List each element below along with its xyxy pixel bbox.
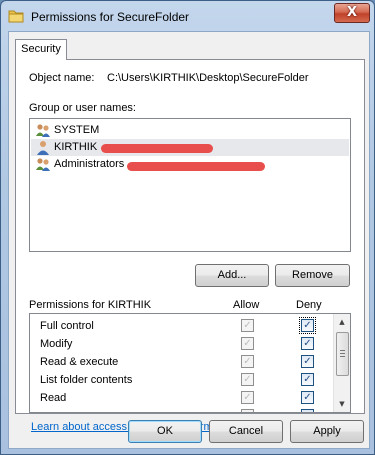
allow-checkbox[interactable] (241, 409, 254, 412)
security-tab-panel: Object name: C:\Users\KIRTHIK\Desktop\Se… (15, 59, 365, 433)
permissions-scrollbar[interactable]: ▲ ▼ (333, 314, 350, 412)
close-icon: X (346, 5, 358, 20)
apply-button[interactable]: Apply (290, 420, 364, 443)
scroll-down-icon[interactable]: ▼ (334, 396, 350, 412)
list-item-administrators[interactable]: Administrators (31, 156, 349, 173)
scroll-up-icon[interactable]: ▲ (334, 314, 350, 330)
deny-checkbox[interactable]: ✓ (299, 317, 316, 334)
permission-row-list-folder-contents: List folder contents ✓ ✓ (30, 370, 333, 388)
permission-name: Modify (40, 338, 73, 350)
deny-checkbox[interactable] (301, 409, 314, 412)
allow-column-header: Allow (233, 299, 260, 311)
title-bar[interactable]: Permissions for SecureFolder X (1, 1, 374, 31)
permission-name: List folder contents (40, 374, 133, 386)
permission-row-full-control: Full control ✓ ✓ (30, 316, 333, 334)
deny-column-header: Deny (296, 299, 322, 311)
list-item-label: KIRTHIK (54, 141, 98, 153)
permission-row-read-execute: Read & execute ✓ ✓ (30, 352, 333, 370)
grip-line (340, 356, 345, 357)
group-names-label: Group or user names: (29, 102, 136, 114)
permission-name: Read & execute (40, 356, 119, 368)
deny-checkbox[interactable]: ✓ (301, 391, 314, 404)
dialog-body: Security Object name: C:\Users\KIRTHIK\D… (8, 31, 370, 449)
permissions-header: Permissions for KIRTHIK (29, 299, 152, 311)
redaction-mark (101, 144, 213, 153)
permission-name: Read (40, 392, 67, 404)
group-user-list[interactable]: SYSTEM KIRTHIK Administrators (29, 118, 351, 252)
list-item-system[interactable]: SYSTEM (31, 122, 349, 139)
redaction-mark (127, 162, 265, 171)
folder-icon (8, 10, 24, 23)
list-item-kirthik[interactable]: KIRTHIK (31, 139, 349, 156)
deny-checkbox[interactable]: ✓ (301, 373, 314, 386)
window-title: Permissions for SecureFolder (31, 10, 190, 24)
ok-button[interactable]: OK (128, 420, 202, 443)
tab-security-label: Security (21, 43, 61, 55)
add-button[interactable]: Add... (195, 264, 269, 287)
user-icon (37, 141, 49, 155)
permissions-dialog: Permissions for SecureFolder X Security … (0, 0, 375, 455)
grip-line (340, 353, 345, 354)
allow-checkbox[interactable]: ✓ (241, 337, 254, 350)
permission-row-read: Read ✓ ✓ (30, 388, 333, 406)
allow-checkbox[interactable]: ✓ (241, 319, 254, 332)
close-button[interactable]: X (334, 3, 370, 23)
remove-button[interactable]: Remove (275, 264, 350, 287)
permission-row-partial (30, 406, 333, 412)
deny-checkbox[interactable]: ✓ (301, 355, 314, 368)
allow-checkbox[interactable]: ✓ (241, 391, 254, 404)
permission-name: Full control (40, 320, 94, 332)
object-name-label: Object name: (29, 72, 95, 84)
object-name-value: C:\Users\KIRTHIK\Desktop\SecureFolder (107, 72, 309, 84)
list-item-label: Administrators (54, 158, 125, 170)
cancel-button[interactable]: Cancel (209, 420, 283, 443)
allow-checkbox[interactable]: ✓ (241, 355, 254, 368)
user-group-icon (36, 124, 50, 137)
grip-line (340, 350, 345, 351)
user-group-icon (36, 158, 50, 171)
permission-row-modify: Modify ✓ ✓ (30, 334, 333, 352)
deny-checkbox[interactable]: ✓ (301, 337, 314, 350)
scroll-thumb[interactable] (336, 332, 349, 376)
list-item-label: SYSTEM (54, 124, 100, 136)
allow-checkbox[interactable]: ✓ (241, 373, 254, 386)
permissions-list[interactable]: Full control ✓ ✓ Modify ✓ ✓ Read & execu… (29, 313, 351, 413)
tab-security[interactable]: Security (15, 39, 67, 60)
